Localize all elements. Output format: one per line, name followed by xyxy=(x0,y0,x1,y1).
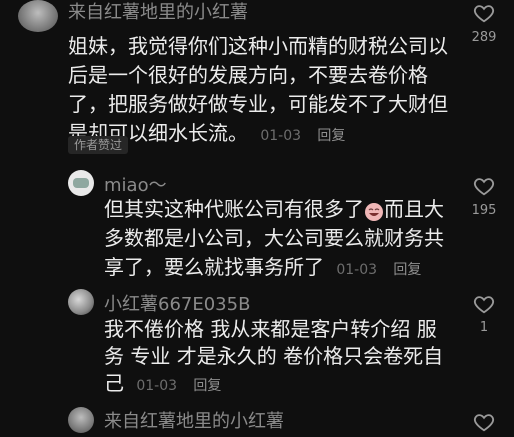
avatar[interactable] xyxy=(18,0,58,32)
heart-outline-icon[interactable] xyxy=(473,411,495,433)
avatar[interactable] xyxy=(68,289,94,315)
like-count: 1 xyxy=(479,320,489,335)
avatar[interactable] xyxy=(68,407,94,433)
reply-button[interactable]: 回复 xyxy=(393,262,421,278)
heart-outline-icon[interactable] xyxy=(473,175,495,197)
comment-username[interactable]: 来自红薯地里的小红薯 xyxy=(104,407,284,433)
comment-text-body: 姐妹，我觉得你们这种小而精的财税公司以后是一个很好的发展方向，不要去卷价格了，把… xyxy=(68,34,448,145)
comment-date: 01-03 xyxy=(136,378,178,394)
laughing-face-emoji-icon xyxy=(364,201,384,221)
comment-text: 但其实这种代账公司有很多了 而且大多数都是小公司，大公司要么就财务共享了，要么就找… xyxy=(104,195,458,285)
comment-date: 01-03 xyxy=(336,262,378,278)
like-count: 195 xyxy=(471,203,497,218)
like-count: 289 xyxy=(471,30,497,45)
heart-outline-icon[interactable] xyxy=(473,293,495,315)
author-liked-badge: 作者赞过 xyxy=(68,134,129,154)
author-liked-label: 作者赞过 xyxy=(68,136,129,154)
reply-button[interactable]: 回复 xyxy=(317,128,345,144)
comment-username[interactable]: miao～ xyxy=(104,171,167,197)
avatar[interactable] xyxy=(68,170,94,196)
comment-text-body: 但其实这种代账公司有很多了 xyxy=(104,197,364,221)
comment-username[interactable]: 小红薯667E035B xyxy=(104,290,250,316)
comment-text: 我不倦价格 我从来都是客户转介绍 服务 专业 才是永久的 卷价格只会卷死自己 0… xyxy=(104,316,454,400)
heart-outline-icon[interactable] xyxy=(473,2,495,24)
comment-date: 01-03 xyxy=(260,128,302,144)
reply-button[interactable]: 回复 xyxy=(193,378,221,394)
comment-username[interactable]: 来自红薯地里的小红薯 xyxy=(68,0,248,24)
